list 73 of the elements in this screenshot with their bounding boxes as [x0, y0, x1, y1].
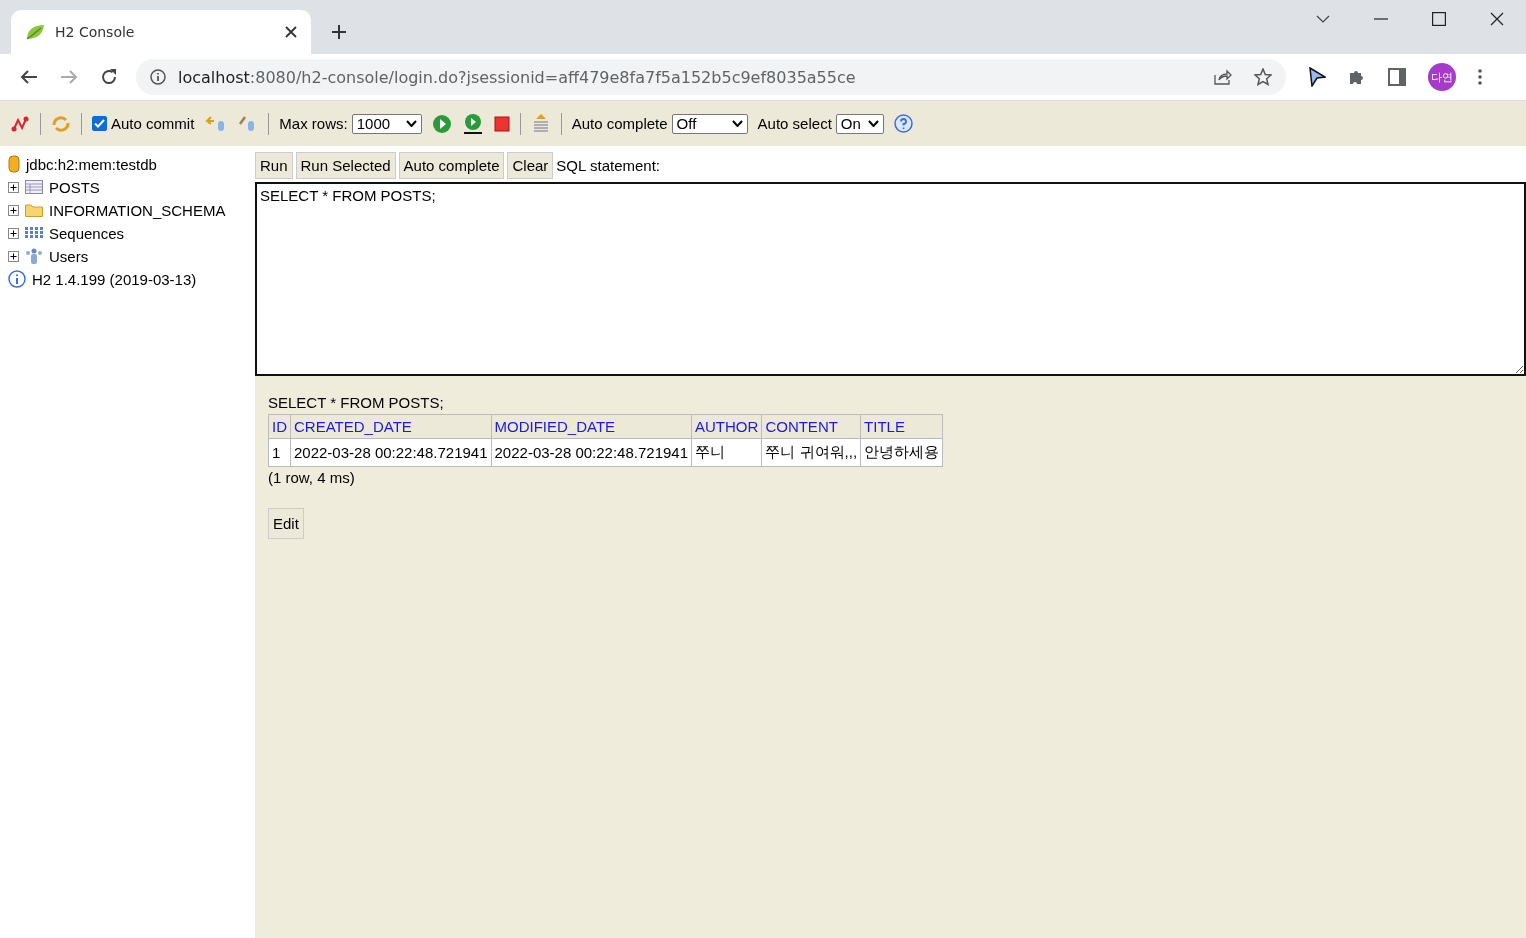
sql-statement-label: SQL statement:: [556, 156, 660, 174]
cursor-arrow-icon[interactable]: [1308, 67, 1326, 87]
reload-icon[interactable]: [100, 68, 118, 86]
stop-icon[interactable]: [493, 115, 510, 132]
maximize-icon[interactable]: [1432, 12, 1446, 26]
url-text: localhost:8080/h2-console/login.do?jsessionid=aff479e8fa7f5a152b5c9ef8035a55ce: [178, 67, 856, 87]
table-cell: 쭈니: [691, 438, 762, 467]
star-icon[interactable]: [1254, 68, 1272, 86]
edit-button[interactable]: Edit: [268, 508, 304, 539]
column-header[interactable]: CONTENT: [761, 414, 861, 439]
profile-avatar[interactable]: 다연: [1428, 63, 1456, 91]
auto-select-select[interactable]: On: [835, 113, 884, 134]
close-icon[interactable]: [1490, 12, 1504, 26]
version-label: H2 1.4.199 (2019-03-13): [32, 270, 197, 288]
column-header[interactable]: AUTHOR: [691, 414, 762, 439]
column-header[interactable]: MODIFIED_DATE: [491, 414, 692, 439]
expand-icon[interactable]: [8, 250, 19, 262]
disconnect-icon[interactable]: [10, 114, 30, 133]
help-icon[interactable]: [893, 114, 913, 133]
editor-button[interactable]: Clear: [507, 151, 554, 179]
connection-label[interactable]: jdbc:h2:mem:testdb: [26, 155, 157, 173]
tree-item[interactable]: POSTS: [49, 178, 100, 196]
column-header[interactable]: CREATED_DATE: [290, 414, 491, 439]
table-cell: 2022-03-28 00:22:48.721941: [290, 438, 491, 467]
users-icon: [25, 248, 43, 264]
expand-icon[interactable]: [8, 204, 19, 216]
table-icon: [25, 180, 43, 194]
table-cell: 안녕하세용: [860, 438, 943, 467]
editor-button[interactable]: Run Selected: [295, 151, 396, 179]
column-header[interactable]: TITLE: [860, 414, 943, 439]
tab-title: H2 Console: [55, 24, 136, 40]
info-icon: [8, 270, 26, 288]
new-tab-icon[interactable]: [331, 24, 347, 40]
back-arrow-icon[interactable]: [20, 69, 38, 85]
chevron-down-icon: [731, 120, 743, 127]
tree-item[interactable]: Users: [49, 247, 89, 265]
editor-button[interactable]: Run: [255, 151, 293, 179]
result-summary: (1 row, 4 ms): [268, 469, 355, 486]
folder-icon: [25, 203, 43, 217]
address-bar[interactable]: localhost:8080/h2-console/login.do?jsessionid=aff479e8fa7f5a152b5c9ef8035a55ce: [136, 59, 1286, 95]
side-panel-icon[interactable]: [1388, 68, 1406, 86]
puzzle-icon[interactable]: [1348, 68, 1366, 86]
editor-button[interactable]: Auto complete: [398, 151, 505, 179]
browser-tab[interactable]: H2 Console: [11, 10, 311, 54]
play-step-icon[interactable]: [461, 112, 484, 135]
checkmark-icon: [94, 119, 105, 128]
max-rows-select[interactable]: 1000: [351, 113, 422, 134]
tree-item[interactable]: INFORMATION_SCHEMA: [49, 201, 226, 219]
max-rows-label: Max rows:: [279, 115, 348, 132]
table-cell: 2022-03-28 00:22:48.721941: [491, 438, 692, 467]
sql-editor[interactable]: SELECT * FROM POSTS;: [255, 182, 1526, 376]
expand-icon[interactable]: [8, 227, 19, 239]
play-icon[interactable]: [431, 113, 452, 134]
auto-complete-label: Auto complete: [571, 115, 668, 132]
expand-icon[interactable]: [8, 181, 19, 193]
chevron-down-icon: [867, 120, 879, 127]
column-header[interactable]: ID: [268, 414, 291, 439]
chevron-down-icon[interactable]: [1316, 15, 1330, 23]
close-icon[interactable]: [285, 26, 297, 38]
table-cell: 쭈니 귀여워,,,: [761, 438, 861, 467]
share-icon[interactable]: [1214, 69, 1232, 85]
auto-commit-checkbox[interactable]: Auto commit: [92, 115, 195, 132]
info-icon: [150, 69, 166, 85]
leaf-icon: [25, 23, 45, 41]
tree-item[interactable]: Sequences: [49, 224, 125, 242]
grid-icon: [25, 226, 43, 240]
more-vertical-icon[interactable]: [1478, 69, 1482, 85]
chevron-down-icon: [405, 120, 417, 127]
auto-complete-select[interactable]: Off: [671, 113, 748, 134]
table-cell: 1: [268, 438, 291, 467]
result-query: SELECT * FROM POSTS;: [268, 394, 444, 411]
database-icon: [8, 155, 20, 173]
auto-select-label: Auto select: [757, 115, 832, 132]
